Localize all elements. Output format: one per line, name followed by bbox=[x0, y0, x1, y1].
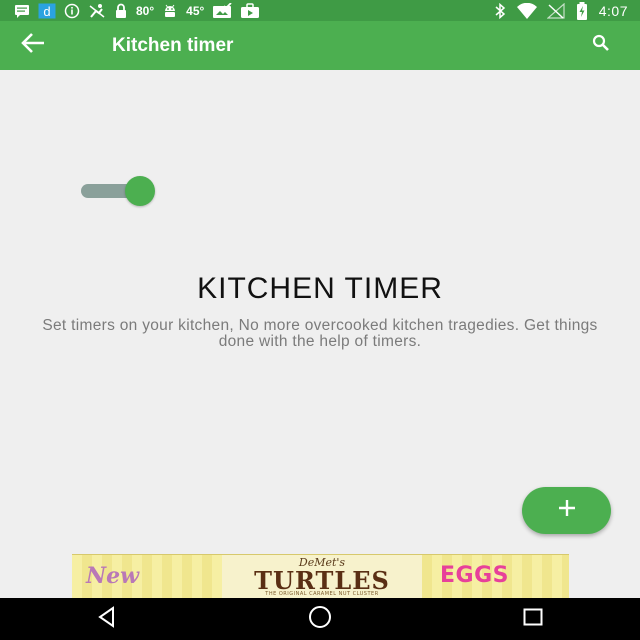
ad-banner[interactable]: New DeMet's TURTLES THE ORIGINAL CARAMEL… bbox=[72, 554, 569, 599]
nav-recents-button[interactable] bbox=[503, 598, 563, 640]
signal-off-icon bbox=[546, 2, 565, 19]
ad-left-text: New bbox=[86, 563, 140, 589]
lock-icon bbox=[114, 3, 128, 18]
ad-center-panel: DeMet's TURTLES THE ORIGINAL CARAMEL NUT… bbox=[222, 555, 422, 599]
triangle-back-icon bbox=[95, 605, 119, 634]
status-bar-left: d 80° 45° bbox=[0, 2, 260, 19]
info-icon bbox=[64, 3, 80, 18]
app-bar: Kitchen timer bbox=[0, 21, 640, 70]
message-icon bbox=[14, 4, 30, 18]
search-button[interactable] bbox=[588, 33, 614, 59]
status-bar: d 80° 45° 4:07 bbox=[0, 0, 640, 21]
svg-text:d: d bbox=[43, 4, 50, 19]
nav-back-button[interactable] bbox=[77, 598, 137, 640]
briefcase-icon bbox=[240, 2, 260, 18]
page-title: Kitchen timer bbox=[112, 34, 234, 56]
screen: d 80° 45° 4:07 Kitchen timer KITCHEN TIM… bbox=[0, 0, 640, 640]
bluetooth-icon bbox=[493, 2, 507, 19]
temperature-1: 80° bbox=[136, 3, 155, 18]
timer-toggle-switch[interactable] bbox=[81, 175, 157, 207]
clock: 4:07 bbox=[598, 2, 628, 19]
square-recents-icon bbox=[521, 605, 545, 634]
fitness-icon bbox=[88, 3, 106, 18]
navigation-bar bbox=[0, 598, 640, 640]
ad-right-text: EGGS bbox=[440, 563, 509, 588]
plus-icon bbox=[556, 497, 578, 524]
ad-sub-text: THE ORIGINAL CARAMEL NUT CLUSTER bbox=[265, 591, 379, 597]
d-app-icon: d bbox=[38, 3, 56, 19]
wifi-icon bbox=[516, 2, 537, 19]
android-icon bbox=[162, 4, 178, 18]
status-bar-right: 4:07 bbox=[493, 1, 640, 20]
battery-charging-icon bbox=[575, 1, 589, 20]
main-description: Set timers on your kitchen, No more over… bbox=[42, 317, 598, 350]
search-icon bbox=[592, 34, 610, 57]
arrow-back-icon bbox=[20, 32, 46, 59]
nav-home-button[interactable] bbox=[290, 598, 350, 640]
main-heading: KITCHEN TIMER bbox=[197, 272, 443, 305]
circle-home-icon bbox=[307, 604, 333, 635]
back-button[interactable] bbox=[20, 21, 70, 70]
add-timer-button[interactable] bbox=[522, 487, 611, 534]
temperature-2: 45° bbox=[186, 3, 205, 18]
image-check-icon bbox=[212, 2, 232, 18]
toggle-thumb bbox=[125, 176, 155, 206]
